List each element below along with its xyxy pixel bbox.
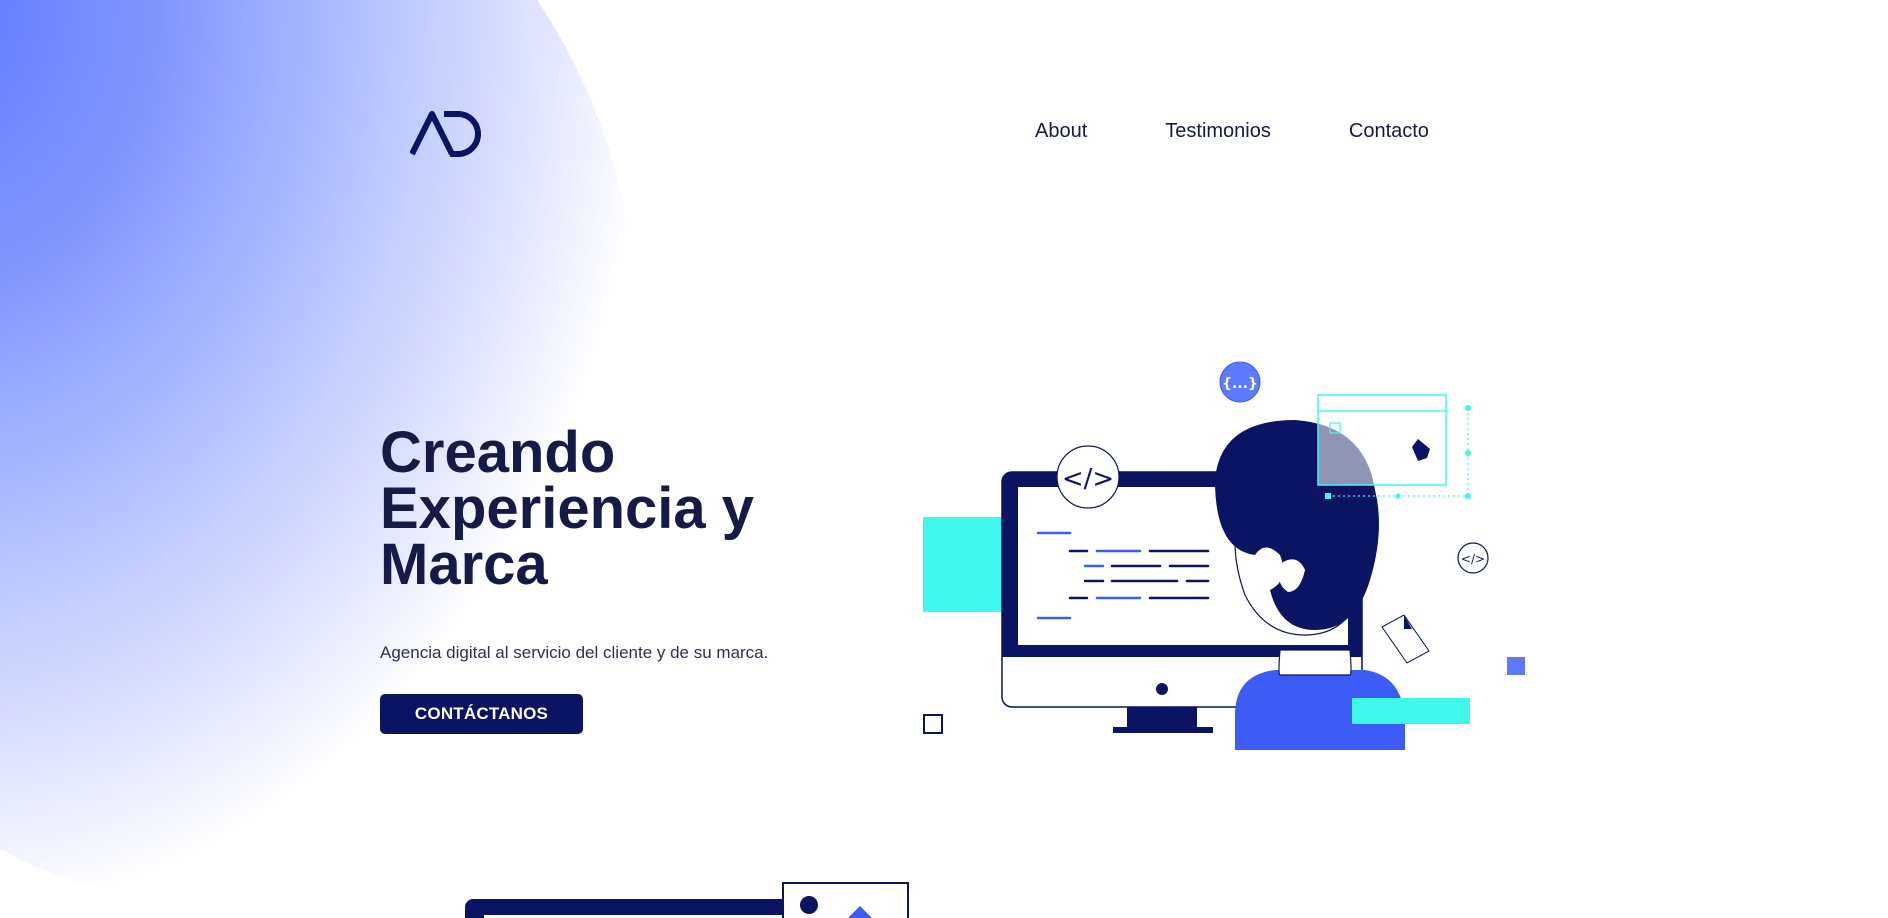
nav-about-link[interactable]: About bbox=[1035, 120, 1087, 143]
outline-square bbox=[923, 714, 943, 734]
hero-subtitle: Agencia digital al servicio del cliente … bbox=[380, 643, 769, 662]
braces-badge-icon: {...} bbox=[1219, 361, 1261, 403]
cyan-strip bbox=[1352, 698, 1470, 724]
blue-square bbox=[1507, 657, 1525, 675]
small-code-badge-label: </> bbox=[1461, 552, 1485, 566]
main-nav: About Testimonios Contacto bbox=[1035, 120, 1429, 143]
hero-title-line-1: Creando bbox=[380, 420, 616, 485]
pen-tool-icon bbox=[1317, 394, 1471, 499]
braces-badge-label: {...} bbox=[1222, 376, 1258, 392]
code-badge-label: </> bbox=[1062, 464, 1114, 494]
small-code-badge-icon: </> bbox=[1457, 542, 1489, 574]
contact-cta-button[interactable]: CONTÁCTANOS bbox=[380, 694, 583, 734]
cyan-block-left bbox=[923, 517, 1003, 612]
document-icon bbox=[1381, 614, 1430, 664]
next-section-illustration bbox=[465, 882, 909, 918]
page: About Testimonios Contacto Creando Exper… bbox=[0, 0, 1888, 918]
ad-logo-icon[interactable] bbox=[410, 108, 486, 158]
nav-contacto-link[interactable]: Contacto bbox=[1349, 120, 1429, 143]
code-badge-icon: </> bbox=[1056, 445, 1120, 509]
nav-testimonios-link[interactable]: Testimonios bbox=[1165, 120, 1271, 143]
hero-title: Creando Experiencia y Marca bbox=[380, 420, 860, 597]
developer-illustration: </> {...} </> bbox=[923, 361, 1525, 750]
hero-title-line-2: Experiencia y bbox=[380, 476, 754, 541]
hero-title-line-3: Marca bbox=[380, 532, 548, 597]
